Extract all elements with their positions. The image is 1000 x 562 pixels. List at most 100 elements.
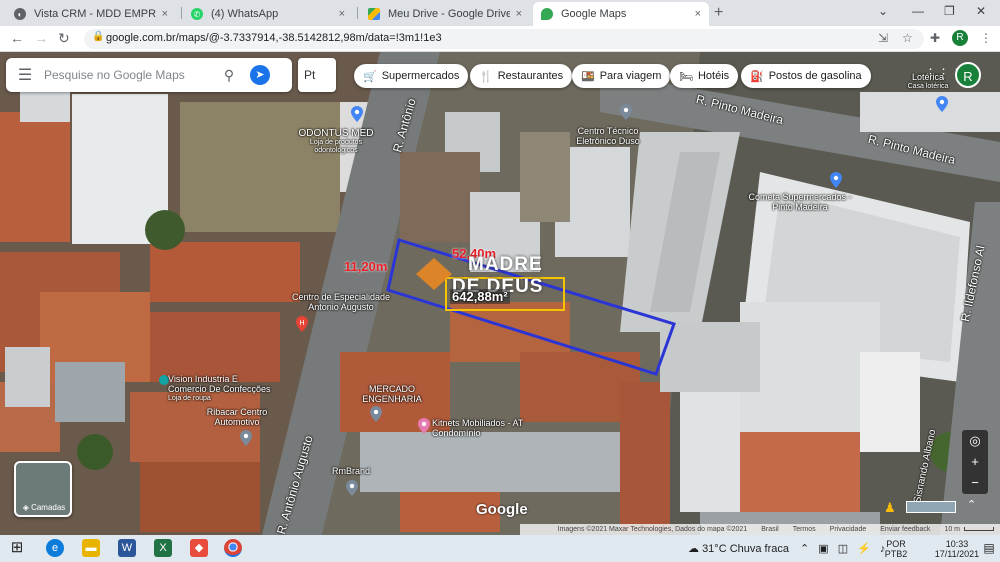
map-search-box: ☰ ⚲ ➤ xyxy=(6,58,292,92)
poi-pin-icon[interactable] xyxy=(418,418,430,434)
poi-ribacar[interactable]: Ribacar Centro Automotivo xyxy=(200,407,274,427)
tab-title: Vista CRM - MDD EMPREENDIME xyxy=(34,8,156,20)
poi-title: ODONTUS MED xyxy=(298,128,374,139)
system-tray-icons[interactable]: ⌃ ▣ ◫ ⚡ ♪ xyxy=(800,542,888,555)
poi-odontus[interactable]: ODONTUS MED Loja de produtos odontológic… xyxy=(296,129,376,155)
maximize-button[interactable]: ❐ xyxy=(944,4,955,18)
zoom-in-button[interactable]: + xyxy=(962,451,988,472)
excel-icon[interactable]: X xyxy=(154,539,172,557)
chip-postos-de-gasolina[interactable]: ⛽ Postos de gasolina xyxy=(741,64,871,88)
lock-icon: 🔒 xyxy=(92,31,105,42)
hamburger-menu-icon[interactable]: ☰ xyxy=(6,65,44,85)
back-button[interactable]: ← xyxy=(10,30,24,46)
layers-button[interactable]: ◈ Camadas xyxy=(14,461,72,517)
map-search-input[interactable] xyxy=(44,68,214,82)
tab-whatsapp[interactable]: ✆ (4) WhatsApp × xyxy=(183,2,353,26)
tab-google-maps[interactable]: Google Maps × xyxy=(533,2,709,26)
feedback-link[interactable]: Enviar feedback xyxy=(880,526,930,533)
zoom-out-button[interactable]: − xyxy=(962,472,988,493)
cloud-icon: ☁ xyxy=(688,543,699,555)
tab-title: (4) WhatsApp xyxy=(211,8,279,20)
file-explorer-icon[interactable]: ▬ xyxy=(82,539,100,557)
close-icon[interactable]: × xyxy=(162,8,168,20)
install-icon[interactable]: ⇲ xyxy=(878,31,888,45)
close-window-button[interactable]: ✕ xyxy=(976,4,986,18)
poi-subtitle: Loja de produtos odontológicos xyxy=(309,139,363,154)
poi-centro-especialidade[interactable]: Centro de Especialidade Antonio Augusto xyxy=(284,292,398,312)
crm-icon: ◐ xyxy=(14,8,26,20)
minimize-button[interactable]: — xyxy=(912,4,924,18)
tab-google-drive[interactable]: Meu Drive - Google Drive × xyxy=(360,2,530,26)
dimension-left-label: 11,20m xyxy=(344,259,388,274)
chip-para-viagem[interactable]: 🍱 Para viagem xyxy=(572,64,671,88)
extensions-icon[interactable]: ✚ xyxy=(930,31,940,45)
chip-restaurantes[interactable]: 🍴 Restaurantes xyxy=(470,64,573,88)
tab-title: Meu Drive - Google Drive xyxy=(388,8,510,20)
pegman-icon[interactable]: ♟ xyxy=(884,500,896,516)
privacy-link[interactable]: Privacidade xyxy=(830,526,867,533)
maps-icon xyxy=(541,8,553,20)
poi-subtitle: Casa lotérica xyxy=(907,83,949,90)
gas-station-icon: ⛽ xyxy=(750,70,764,83)
poi-pin-icon[interactable] xyxy=(370,406,382,422)
forward-button[interactable]: → xyxy=(34,30,48,46)
reload-button[interactable]: ↻ xyxy=(58,30,70,47)
takeout-icon: 🍱 xyxy=(581,70,595,83)
poi-vision[interactable]: Vision Industria E Comercio De Confecçõe… xyxy=(168,374,278,404)
profile-avatar[interactable]: R xyxy=(952,30,968,46)
poi-cometa[interactable]: Cometa Supermercados - Pinto Madeira xyxy=(740,192,860,212)
chip-label: Para viagem xyxy=(599,70,662,82)
country-link[interactable]: Brasil xyxy=(761,526,779,533)
chip-label: Restaurantes xyxy=(497,70,564,82)
edge-icon[interactable]: e xyxy=(46,539,64,557)
notifications-icon[interactable]: ▤ xyxy=(980,539,998,557)
chip-label: Hotéis xyxy=(697,70,730,82)
poi-mercado-engenharia[interactable]: MERCADO ENGENHARIA xyxy=(358,384,426,404)
word-icon[interactable]: W xyxy=(118,539,136,557)
poi-loterica[interactable]: Lotérica Casa lotérica xyxy=(906,72,950,92)
scale-indicator[interactable]: 10 m xyxy=(944,526,994,533)
new-tab-button[interactable]: + xyxy=(714,4,723,22)
anydesk-icon[interactable]: ◆ xyxy=(190,539,208,557)
close-icon[interactable]: × xyxy=(516,8,522,20)
search-icon[interactable]: ⚲ xyxy=(214,67,244,84)
poi-pin-icon[interactable] xyxy=(830,172,842,188)
svg-text:H: H xyxy=(299,320,304,327)
language-indicator[interactable]: POR PTB2 xyxy=(878,539,914,559)
bookmark-star-icon[interactable]: ☆ xyxy=(902,31,913,45)
chip-label: Postos de gasolina xyxy=(768,70,862,82)
tab-vista-crm[interactable]: ◐ Vista CRM - MDD EMPREENDIME × xyxy=(6,2,176,26)
tab-search-icon[interactable]: ⌄ xyxy=(878,4,888,18)
terms-link[interactable]: Termos xyxy=(793,526,816,533)
close-icon[interactable]: × xyxy=(339,8,345,20)
poi-pin-icon[interactable] xyxy=(240,430,252,446)
expand-up-icon[interactable]: ⌃ xyxy=(967,498,976,511)
language-selector[interactable]: Pt xyxy=(298,58,336,92)
poi-rmbrand[interactable]: RmBrand xyxy=(332,466,382,476)
start-button[interactable]: ⊞ xyxy=(8,539,26,557)
map-profile-avatar[interactable]: R xyxy=(955,62,981,88)
poi-pin-icon[interactable] xyxy=(346,480,358,496)
chip-hoteis[interactable]: 🛏 Hotéis xyxy=(670,64,739,88)
url-text: google.com.br/maps/@-3.7337914,-38.51428… xyxy=(106,32,442,44)
chrome-icon[interactable] xyxy=(224,539,242,557)
poi-pin-icon[interactable]: H xyxy=(296,316,308,332)
weather-widget[interactable]: ☁ 31°C Chuva fraca xyxy=(688,542,789,555)
bed-icon: 🛏 xyxy=(679,70,693,83)
chip-supermercados[interactable]: 🛒 Supermercados xyxy=(354,64,469,88)
imagery-thumbnails[interactable] xyxy=(906,501,956,513)
close-icon[interactable]: × xyxy=(695,8,701,20)
browser-menu-icon[interactable]: ⋮ xyxy=(980,31,992,45)
map-zoom-controls: ◎ + − xyxy=(962,430,988,494)
poi-kitnets[interactable]: Kitnets Mobiliados - AT Condomínio xyxy=(432,418,524,438)
poi-pin-icon[interactable] xyxy=(936,96,948,112)
locate-icon[interactable]: ◎ xyxy=(962,430,988,451)
chip-label: Supermercados xyxy=(381,70,460,82)
poi-pin-icon[interactable] xyxy=(620,104,632,120)
poi-pin-icon[interactable] xyxy=(351,106,363,122)
url-field[interactable]: 🔒 google.com.br/maps/@-3.7337914,-38.514… xyxy=(84,29,924,49)
directions-icon[interactable]: ➤ xyxy=(250,65,270,85)
imagery-credit: Imagens ©2021 Maxar Technologies, Dados … xyxy=(557,526,748,533)
map-canvas[interactable]: 52,40m 11,20m MADRE DE DEUS 642,88m² ☰ ⚲… xyxy=(0,52,1000,535)
poi-centro-tecnico[interactable]: Centro Técnico Eletrônico Duso xyxy=(566,126,650,146)
